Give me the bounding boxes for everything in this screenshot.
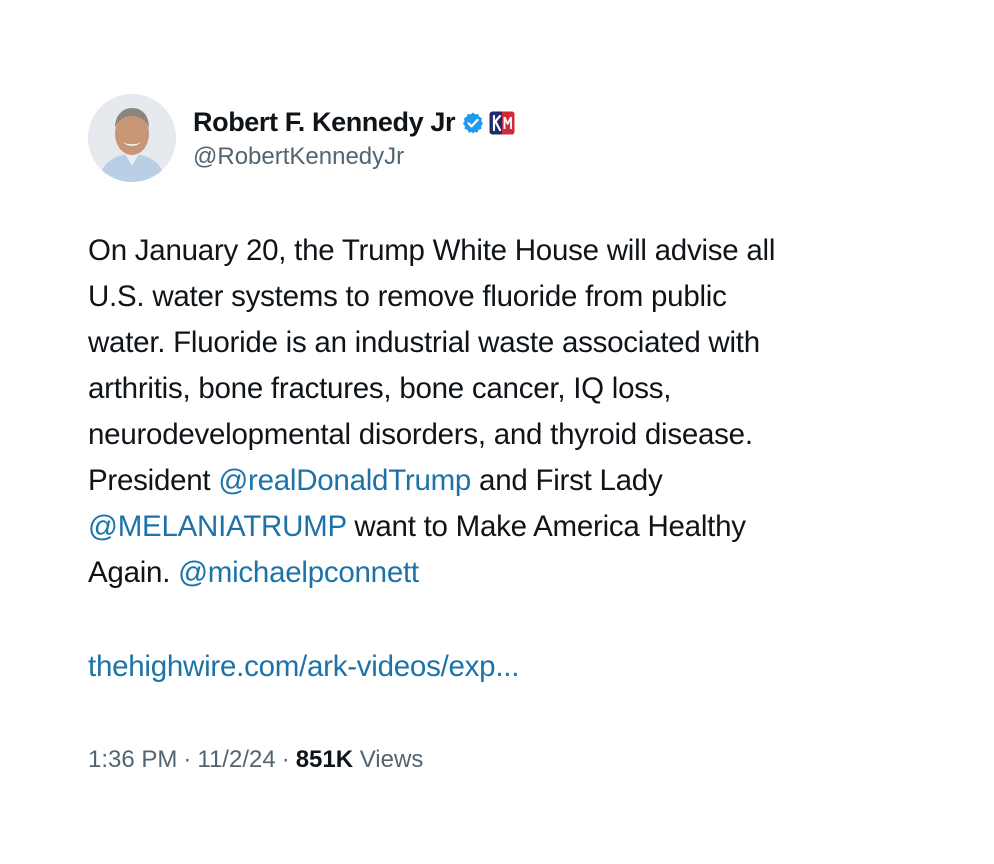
tweet-text-line: Again. @michaelpconnett xyxy=(88,550,908,596)
name-row: Robert F. Kennedy Jr xyxy=(193,106,515,140)
views-count: 851K xyxy=(295,746,354,773)
tweet-link-row: thehighwire.com/ark-videos/exp... xyxy=(88,644,519,690)
tweet-date[interactable]: 11/2/24 xyxy=(197,746,275,773)
external-link[interactable]: thehighwire.com/ark-videos/exp... xyxy=(88,650,519,683)
tweet-text-segment: and First Lady xyxy=(471,464,663,497)
tweet-text-line: neurodevelopmental disorders, and thyroi… xyxy=(88,412,908,458)
tweet-text-segment: water. Fluoride is an industrial waste a… xyxy=(88,326,760,359)
author-handle[interactable]: @RobertKennedyJr xyxy=(193,143,515,171)
tweet-text-segment: On January 20, the Trump White House wil… xyxy=(88,234,776,267)
tweet-text: On January 20, the Trump White House wil… xyxy=(88,228,908,596)
author-display-name[interactable]: Robert F. Kennedy Jr xyxy=(193,107,455,138)
tweet-text-segment: want to Make America Healthy xyxy=(346,510,746,543)
verified-badge-icon[interactable] xyxy=(461,111,485,135)
tweet-text-line: @MELANIATRUMP want to Make America Healt… xyxy=(88,504,908,550)
tweet-text-segment: arthritis, bone fractures, bone cancer, … xyxy=(88,372,672,405)
mention-link[interactable]: @MELANIATRUMP xyxy=(88,510,347,543)
tweet-text-segment: neurodevelopmental disorders, and thyroi… xyxy=(88,418,753,451)
tweet-header: Robert F. Kennedy Jr @RobertKennedyJr xyxy=(88,94,515,182)
tweet-text-line: President @realDonaldTrump and First Lad… xyxy=(88,458,908,504)
tweet-text-line: arthritis, bone fractures, bone cancer, … xyxy=(88,366,908,412)
tweet-text-line: U.S. water systems to remove fluoride fr… xyxy=(88,274,908,320)
meta-separator: · xyxy=(183,746,192,773)
author-names: Robert F. Kennedy Jr @RobertKennedyJr xyxy=(193,106,515,171)
meta-separator: · xyxy=(281,746,290,773)
avatar[interactable] xyxy=(88,94,176,182)
tweet-text-segment: President xyxy=(88,464,219,497)
views-label: Views xyxy=(359,746,424,773)
tweet-text-segment: U.S. water systems to remove fluoride fr… xyxy=(88,280,727,313)
avatar-image xyxy=(88,94,176,182)
tweet-text-line: On January 20, the Trump White House wil… xyxy=(88,228,908,274)
tweet-text-segment: Again. xyxy=(88,556,179,589)
mention-link[interactable]: @realDonaldTrump xyxy=(218,464,471,497)
tweet-metadata: 1:36 PM · 11/2/24 · 851K Views xyxy=(88,742,423,778)
tweet-card: Robert F. Kennedy Jr @RobertKennedyJr On… xyxy=(0,0,994,864)
tweet-time[interactable]: 1:36 PM xyxy=(88,746,177,773)
tweet-text-line: water. Fluoride is an industrial waste a… xyxy=(88,320,908,366)
kennedy-campaign-badge-icon[interactable] xyxy=(489,111,515,135)
mention-link[interactable]: @michaelpconnett xyxy=(178,556,419,589)
